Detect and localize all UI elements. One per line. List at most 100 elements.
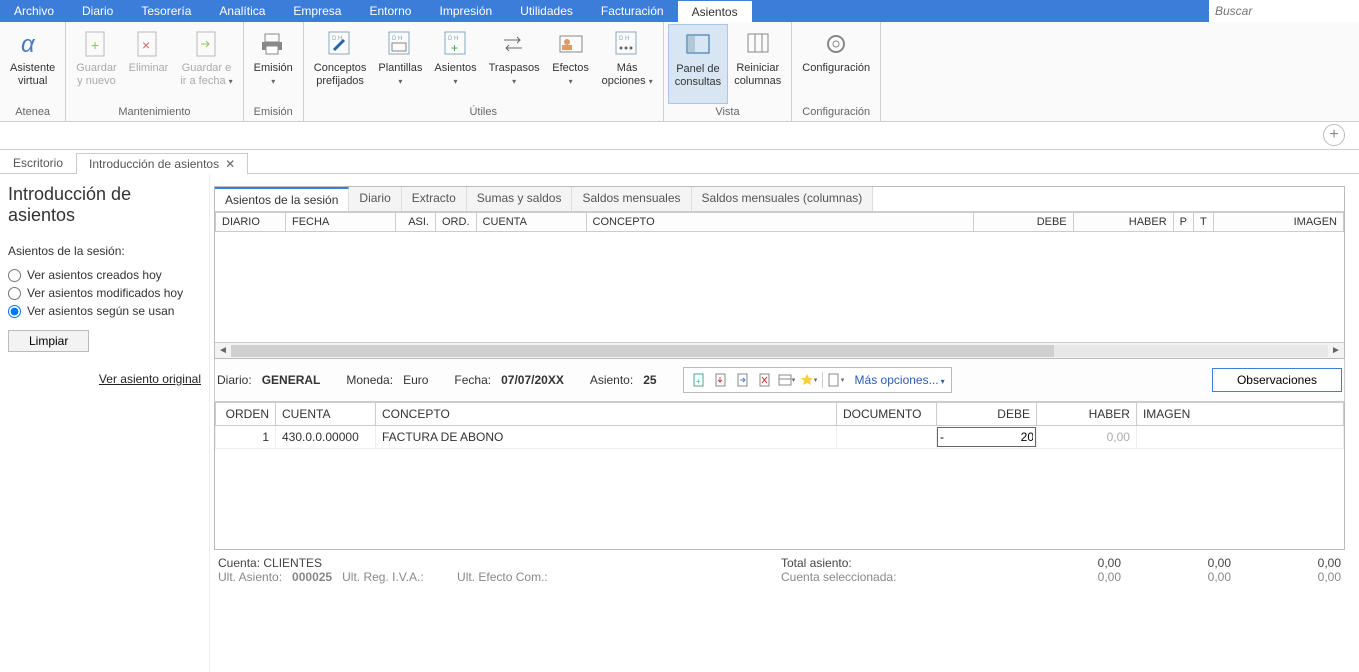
col-concepto[interactable]: CONCEPTO (586, 213, 973, 232)
add-button[interactable]: + (1323, 124, 1345, 146)
col-t[interactable]: T (1194, 213, 1214, 232)
entry-toolbar: + ▾ ▾ ▾ Más opciones...▾ (683, 367, 952, 393)
menu-archivo[interactable]: Archivo (0, 0, 68, 22)
subtab-asientos-sesion[interactable]: Asientos de la sesión (215, 187, 349, 211)
doc-plus-icon: + (80, 28, 112, 60)
status-amount: 0,00 (1011, 556, 1121, 570)
tool-doc-right-icon[interactable] (734, 371, 752, 389)
entry-grid: ORDEN CUENTA CONCEPTO DOCUMENTO DEBE HAB… (215, 402, 1344, 449)
menu-facturacion[interactable]: Facturación (587, 0, 678, 22)
menu-asientos[interactable]: Asientos (678, 0, 752, 22)
emision-button[interactable]: Emisión▾ (248, 24, 299, 104)
dh-pencil-icon: D H (324, 28, 356, 60)
lcol-concepto[interactable]: CONCEPTO (376, 403, 837, 426)
menu-empresa[interactable]: Empresa (279, 0, 355, 22)
moneda-label: Moneda: (346, 373, 393, 387)
menu-tesoreria[interactable]: Tesorería (127, 0, 205, 22)
subtab-saldos-mensuales-col[interactable]: Saldos mensuales (columnas) (692, 187, 874, 211)
table-row[interactable]: 1 430.0.0.00000 FACTURA DE ABONO 0,00 (216, 426, 1344, 449)
configuracion-button[interactable]: Configuración (796, 24, 876, 104)
tool-doc-down-icon[interactable] (712, 371, 730, 389)
cell-haber[interactable]: 0,00 (1036, 426, 1136, 449)
col-p[interactable]: P (1173, 213, 1193, 232)
menu-diario[interactable]: Diario (68, 0, 127, 22)
efectos-button[interactable]: Efectos▾ (546, 24, 596, 104)
page-title: Introducción de asientos (8, 184, 201, 226)
dh-dots-icon: D H (611, 28, 643, 60)
conceptos-prefijados-button[interactable]: D H Conceptos prefijados (308, 24, 373, 104)
traspasos-button[interactable]: Traspasos▾ (483, 24, 546, 104)
guardar-ir-fecha-button[interactable]: Guardar e ir a fecha ▾ (174, 24, 238, 104)
guardar-y-nuevo-button[interactable]: + Guardar y nuevo (70, 24, 122, 104)
status-amount: 0,00 (1011, 570, 1121, 584)
moneda-value: Euro (403, 373, 428, 387)
col-debe[interactable]: DEBE (973, 213, 1073, 232)
subtab-saldos-mensuales[interactable]: Saldos mensuales (572, 187, 691, 211)
cell-concepto[interactable]: FACTURA DE ABONO (376, 426, 837, 449)
col-haber[interactable]: HABER (1073, 213, 1173, 232)
lcol-cuenta[interactable]: CUENTA (276, 403, 376, 426)
col-ord[interactable]: ORD. (436, 213, 477, 232)
radio-segun-usan[interactable]: Ver asientos según se usan (8, 304, 201, 318)
tool-doc2-icon[interactable]: ▾ (827, 371, 845, 389)
tool-doc-add-icon[interactable]: + (690, 371, 708, 389)
svg-text:D H: D H (619, 36, 629, 42)
cell-cuenta[interactable]: 430.0.0.00000 (276, 426, 376, 449)
close-icon[interactable]: ✕ (225, 157, 235, 171)
asientos-utiles-button[interactable]: D H+ Asientos▾ (428, 24, 482, 104)
eliminar-button[interactable]: × Eliminar (123, 24, 175, 104)
dh-plus-icon: D H+ (440, 28, 472, 60)
tab-introduccion-asientos[interactable]: Introducción de asientos✕ (76, 153, 248, 174)
chevron-down-icon: ▾ (512, 77, 516, 86)
subtab-sumas-saldos[interactable]: Sumas y saldos (467, 187, 573, 211)
radio-modificados-hoy[interactable]: Ver asientos modificados hoy (8, 286, 201, 300)
panel-consultas-button[interactable]: Panel de consultas (668, 24, 728, 104)
svg-text:×: × (142, 37, 150, 53)
lcol-imagen[interactable]: IMAGEN (1136, 403, 1343, 426)
search-box[interactable] (1209, 0, 1359, 22)
tool-star-icon[interactable]: ▾ (800, 371, 818, 389)
scroll-right-icon[interactable]: ► (1328, 345, 1344, 356)
lcol-debe[interactable]: DEBE (936, 403, 1036, 426)
lcol-orden[interactable]: ORDEN (216, 403, 276, 426)
chevron-down-icon: ▾ (941, 377, 945, 386)
col-fecha[interactable]: FECHA (286, 213, 396, 232)
mas-opciones-button[interactable]: D H Más opciones ▾ (596, 24, 659, 104)
tool-grid-icon[interactable]: ▾ (778, 371, 796, 389)
status-ult-iva-label: Ult. Reg. I.V.A.: (342, 570, 424, 584)
tab-escritorio[interactable]: Escritorio (0, 152, 76, 173)
subtab-diario[interactable]: Diario (349, 187, 401, 211)
debe-input[interactable] (937, 427, 1036, 447)
cell-documento[interactable] (836, 426, 936, 449)
menu-analitica[interactable]: Analítica (205, 0, 279, 22)
lcol-documento[interactable]: DOCUMENTO (836, 403, 936, 426)
printer-icon (257, 28, 289, 60)
subtab-extracto[interactable]: Extracto (402, 187, 467, 211)
limpiar-button[interactable]: Limpiar (8, 330, 89, 352)
menu-impresion[interactable]: Impresión (425, 0, 506, 22)
search-input[interactable] (1215, 4, 1353, 18)
group-mantenimiento-label: Mantenimiento (70, 104, 238, 121)
menu-entorno[interactable]: Entorno (355, 0, 425, 22)
cell-imagen[interactable] (1136, 426, 1343, 449)
lcol-haber[interactable]: HABER (1036, 403, 1136, 426)
asistente-virtual-button[interactable]: α Asistente virtual (4, 24, 61, 104)
add-row: + (0, 122, 1359, 150)
menu-utilidades[interactable]: Utilidades (506, 0, 587, 22)
col-diario[interactable]: DIARIO (216, 213, 286, 232)
horizontal-scrollbar[interactable]: ◄ ► (215, 342, 1344, 358)
upper-grid-body (215, 232, 1344, 342)
plantillas-button[interactable]: D H Plantillas▾ (372, 24, 428, 104)
observaciones-button[interactable]: Observaciones (1212, 368, 1342, 392)
mas-opciones-link[interactable]: Más opciones...▾ (855, 373, 945, 387)
tool-doc-del-icon[interactable] (756, 371, 774, 389)
scroll-left-icon[interactable]: ◄ (215, 345, 231, 356)
radio-creados-hoy[interactable]: Ver asientos creados hoy (8, 268, 201, 282)
chevron-down-icon: ▾ (569, 77, 573, 86)
col-imagen[interactable]: IMAGEN (1214, 213, 1344, 232)
ver-asiento-original-link[interactable]: Ver asiento original (8, 372, 201, 386)
reiniciar-columnas-button[interactable]: Reiniciar columnas (728, 24, 787, 104)
col-asi[interactable]: ASI. (396, 213, 436, 232)
scroll-thumb[interactable] (231, 345, 1054, 357)
col-cuenta[interactable]: CUENTA (476, 213, 586, 232)
